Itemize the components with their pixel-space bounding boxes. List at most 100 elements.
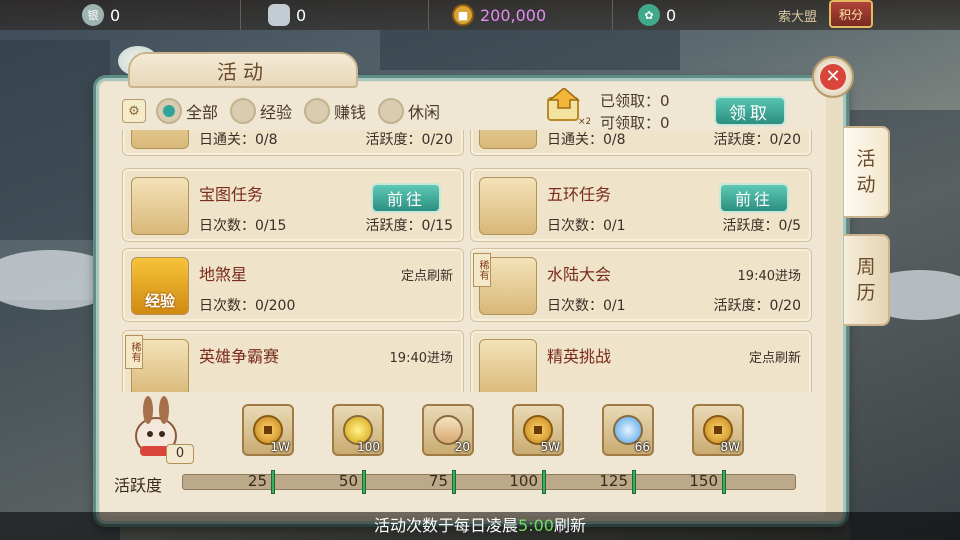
activity-points: 活跃度：0/15 [365,218,453,234]
activity-thumbnail-icon [131,177,189,235]
activity-count: 日次数：0/1 [547,218,626,234]
activity-count: 日次数：0/1 [547,298,626,314]
currency-jade[interactable]: ✿ 0 [638,3,676,27]
reward-amount: 1W [270,440,291,454]
mascot-value: 0 [166,444,194,464]
reward-chest[interactable]: 100 [332,404,384,456]
radio-dot-icon [156,98,182,124]
currency-value: 0 [110,5,121,25]
radio-dot-icon [230,98,257,124]
close-button[interactable]: ✕ [812,56,854,98]
notice-time: 5:00 [518,516,554,535]
currency-bar: 银 0 0 ■ 200,000 ✿ 0 索大盟 积分 [0,0,960,30]
category-filter-bar: ⚙ 全部 经验 赚钱 休闲 [122,96,452,126]
activity-time: 19:40进场 [737,269,801,284]
progress-milestone-label: 125 [599,472,628,490]
close-icon: ✕ [820,64,846,90]
progress-milestone-label: 75 [428,472,448,490]
activity-thumbnail-icon [479,130,537,149]
activity-thumbnail-icon [479,177,537,235]
claim-button[interactable]: 领取 [714,96,786,126]
activity-time: 定点刷新 [748,351,801,366]
progress-milestone-label: 150 [689,472,718,490]
activity-time: 定点刷新 [400,269,453,284]
activity-points: 活跃度：0/20 [365,132,453,148]
gold-coin-icon: ■ [452,4,474,26]
currency-silver-coin[interactable]: 银 0 [82,3,120,27]
filter-all[interactable]: 全部 [156,98,218,124]
reward-amount: 66 [634,440,650,454]
filter-label: 休闲 [408,103,441,122]
activity-thumbnail-icon [131,130,189,149]
filter-label: 经验 [260,103,293,122]
reward-chest[interactable]: 66 [602,404,654,456]
activity-name: 宝图任务 [199,185,264,204]
activity-card[interactable]: 稀有 水陆大会 日次数：0/1 活跃度：0/20 19:40进场 [470,248,812,322]
activity-card[interactable]: 日通关：0/8 活跃度：0/20 [122,130,464,156]
activity-points: 活跃度：0/20 [713,298,801,314]
claim-status: 已领取：0 可领取：0 [600,90,670,134]
filter-leisure[interactable]: 休闲 [378,98,440,124]
activity-name: 精英挑战 [547,347,612,366]
thumbnail-label: 经验 [144,292,175,310]
activity-points: 活跃度：0/20 [713,132,801,148]
currency-gold-coin[interactable]: ■ 200,000 [452,3,546,27]
tab-label: 活动 [856,148,876,196]
filter-exp[interactable]: 经验 [230,98,292,124]
progress-milestone-label: 50 [338,472,358,490]
jade-icon: ✿ [638,4,660,26]
progress-milestone-marker [632,470,636,494]
progress-milestone-label: 25 [247,472,267,490]
activity-card[interactable]: 五环任务 日次数：0/1 活跃度：0/5 前往 [470,168,812,242]
reward-amount: 100 [357,440,380,454]
activity-list[interactable]: 日通关：0/8 活跃度：0/20 日通关：0/8 活跃度：0/20 宝图任务 日次数：0/… [118,130,818,392]
progress-milestone-marker [542,470,546,494]
activity-count: 日通关：0/8 [547,132,626,148]
activity-card[interactable]: 宝图任务日次数：0/15 活跃度：0/15 前往 [122,168,464,242]
activity-count: 日次数：0/200 [199,298,296,314]
activity-card[interactable]: 日通关：0/8 活跃度：0/20 [470,130,812,156]
tab-activity[interactable]: 活动 [844,126,890,218]
filter-money[interactable]: 赚钱 [304,98,366,124]
currency-value: 0 [666,5,677,25]
tab-label: 周历 [856,256,876,304]
panel-title-tab: 活动 [128,52,358,88]
activity-card[interactable]: 经验 地煞星 日次数：0/200 定点刷新 [122,248,464,322]
progress-milestone-marker [722,470,726,494]
go-button[interactable]: 前往 [719,183,789,213]
activity-count: 日次数：0/15 [199,218,287,234]
currency-silver-ingot[interactable]: 0 [268,3,306,27]
progress-milestone-marker [362,470,366,494]
progress-milestone-marker [452,470,456,494]
radio-dot-icon [378,98,405,124]
reward-chest[interactable]: 5W [512,404,564,456]
progress-milestone-marker [271,470,275,494]
progress-milestone-label: 100 [509,472,538,490]
activity-name: 五环任务 [547,185,612,204]
currency-value: 200,000 [480,5,547,25]
activity-thumbnail-icon: 经验 [131,257,189,315]
score-badge-button[interactable]: 积分 [829,0,873,28]
silver-ingot-icon [268,4,290,26]
top-extra-label: 索大盟 [778,10,818,25]
claimed-count: 已领取：0 [600,92,670,110]
notice-text-after: 刷新 [553,516,586,535]
reward-chest[interactable]: 8W [692,404,744,456]
reward-chest[interactable]: 20 [422,404,474,456]
notice-text-before: 活动次数于每日凌晨 [374,516,519,535]
radio-dot-icon [304,98,331,124]
go-button[interactable]: 前往 [371,183,441,213]
silver-coin-icon: 银 [82,4,104,26]
tab-weekly-calendar[interactable]: 周历 [844,234,890,326]
activity-thumbnail-icon [479,339,537,392]
filter-label: 全部 [186,103,219,122]
activity-card[interactable]: 稀有 英雄争霸赛 19:40进场 [122,330,464,392]
rare-tag: 稀有 [473,253,491,287]
rare-tag: 稀有 [125,335,143,369]
reward-amount: 8W [720,440,741,454]
activity-name: 英雄争霸赛 [199,347,280,366]
reward-chest[interactable]: 1W [242,404,294,456]
activity-card[interactable]: 精英挑战 定点刷新 [470,330,812,392]
activity-points-label: 活跃度 [114,476,163,495]
filter-label: 赚钱 [334,103,367,122]
